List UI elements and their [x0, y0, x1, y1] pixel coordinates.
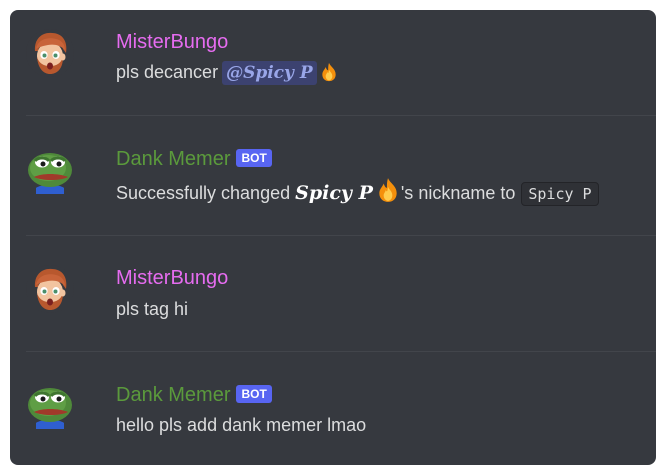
inline-code: Spicy P — [521, 182, 599, 206]
message-divider — [26, 115, 656, 116]
fancy-nickname: Spicy P — [295, 182, 373, 204]
message-content: pls decancer @Spicy P — [116, 60, 339, 88]
fire-icon — [319, 62, 339, 88]
message-divider — [26, 351, 656, 352]
message-content: Successfully changed Spicy P's nickname … — [116, 177, 599, 209]
message-text-before: Successfully changed — [116, 183, 291, 203]
author-name-text: Dank Memer — [116, 148, 231, 170]
bot-badge: BOT — [236, 385, 272, 403]
message-text: pls decancer — [116, 62, 219, 82]
author-name[interactable]: MisterBungo — [116, 266, 228, 290]
chat-panel: MisterBungo pls decancer @Spicy P Dank Me… — [10, 10, 656, 465]
user-mention[interactable]: @Spicy P — [222, 61, 317, 85]
author-name[interactable]: Dank Memer BOT — [116, 147, 272, 171]
message-text: pls tag hi — [116, 299, 189, 319]
message-text: hello pls add dank memer lmao — [116, 415, 367, 435]
bot-badge: BOT — [236, 149, 272, 167]
author-name[interactable]: Dank Memer BOT — [116, 383, 272, 407]
cartoon-face-avatar-icon[interactable] — [26, 265, 74, 313]
author-name[interactable]: MisterBungo — [116, 30, 228, 54]
pepe-frog-avatar-icon[interactable] — [26, 381, 74, 429]
cartoon-face-avatar-icon[interactable] — [26, 29, 74, 77]
message-divider — [26, 235, 656, 236]
pepe-frog-avatar-icon[interactable] — [26, 146, 74, 194]
message-text-after: 's nickname to — [400, 183, 516, 203]
fire-icon — [375, 177, 401, 209]
author-name-text: Dank Memer — [116, 384, 231, 406]
